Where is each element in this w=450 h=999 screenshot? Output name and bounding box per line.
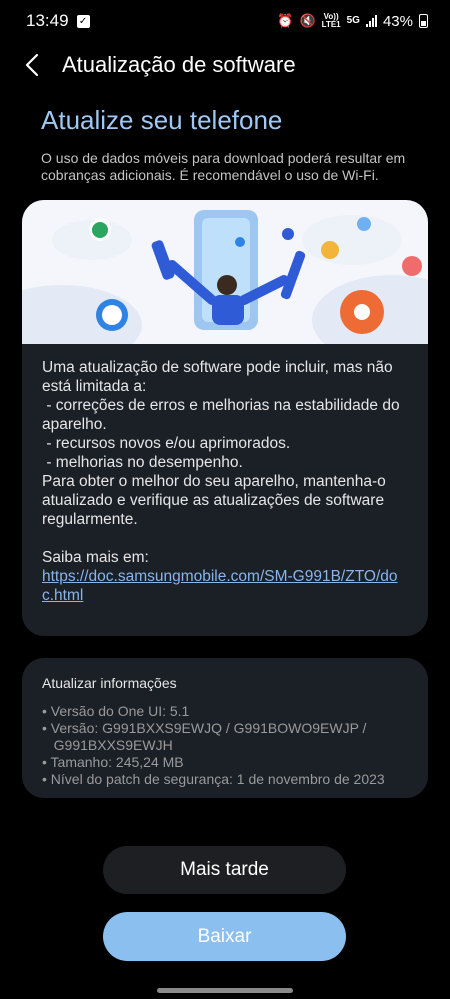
learn-more-label: Saiba mais em:: [42, 549, 149, 566]
status-bar: 13:49 ✓ ⏰ 🔇 Vo)) LTE1 5G 43%: [0, 0, 450, 42]
page-title: Atualização de software: [62, 52, 296, 77]
home-indicator[interactable]: [157, 988, 293, 993]
description-line: - recursos novos e/ou aprimorados.: [42, 435, 291, 452]
update-illustration: [22, 200, 428, 344]
update-info-title: Atualizar informações: [42, 675, 177, 691]
mute-icon: 🔇: [299, 13, 316, 28]
checkbox-notification-icon: ✓: [76, 14, 90, 28]
status-right: ⏰ 🔇 Vo)) LTE1 5G 43%: [277, 13, 428, 30]
alarm-icon: ⏰: [277, 13, 294, 28]
signal-icon: [365, 15, 377, 27]
data-warning-text: O uso de dados móveis para download pode…: [41, 150, 406, 183]
description-line: - correções de erros e melhorias na esta…: [42, 397, 404, 433]
update-description-card: Uma atualização de software pode incluir…: [22, 200, 428, 636]
app-header: Atualização de software: [0, 42, 450, 88]
description-line: Para obter o melhor do seu aparelho, man…: [42, 473, 386, 528]
main-heading: Atualize seu telefone: [41, 105, 283, 135]
volte-indicator: Vo)) LTE1: [322, 13, 341, 29]
later-button[interactable]: Mais tarde: [103, 846, 346, 894]
battery-icon: [419, 14, 428, 28]
battery-percent: 43%: [382, 12, 413, 30]
software-version: • Versão: G991BXXS9EWJQ / G991BOWO9EWJP …: [42, 720, 367, 736]
description-line: Uma atualização de software pode incluir…: [42, 359, 393, 395]
back-arrow-icon[interactable]: [12, 45, 52, 85]
status-left: 13:49 ✓: [26, 11, 90, 31]
documentation-link[interactable]: https://doc.samsungmobile.com/SM-G991B/Z…: [42, 567, 408, 605]
software-version-cont: G991BXXS9EWJH: [42, 737, 173, 753]
status-time: 13:49: [26, 11, 69, 30]
update-info-card: Atualizar informações • Versão do One UI…: [22, 658, 428, 798]
download-size: • Tamanho: 245,24 MB: [42, 754, 184, 770]
lte-label: LTE1: [321, 20, 341, 29]
network-gen: 5G: [346, 15, 360, 26]
security-patch-level: • Nível do patch de segurança: 1 de nove…: [42, 771, 385, 787]
update-description: Uma atualização de software pode incluir…: [22, 344, 428, 605]
one-ui-version: • Versão do One UI: 5.1: [42, 703, 190, 719]
description-line: - melhorias no desempenho.: [42, 454, 243, 471]
download-button[interactable]: Baixar: [103, 912, 346, 961]
